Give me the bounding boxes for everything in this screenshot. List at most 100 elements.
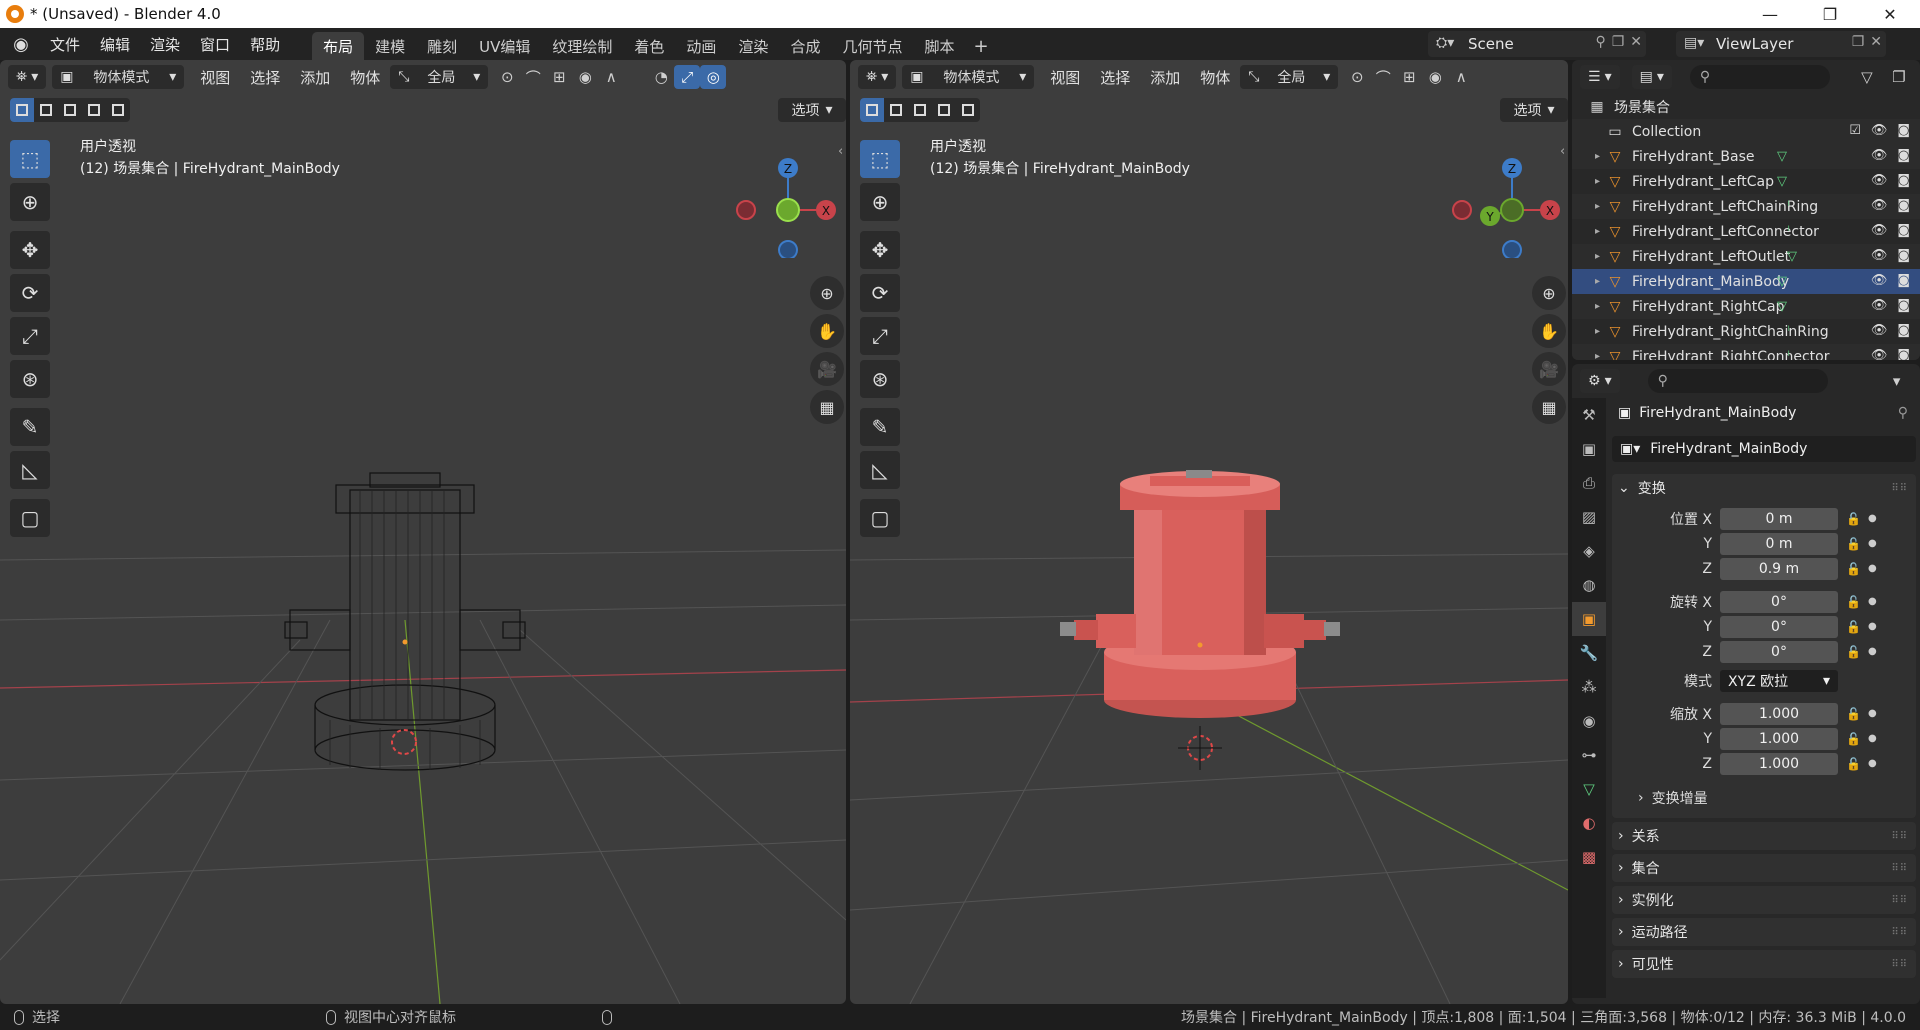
camera-render-icon[interactable]: ◙ [1897, 273, 1910, 288]
tab-compositing[interactable]: 合成 [779, 32, 831, 60]
location-y-field[interactable]: 0 m [1720, 532, 1838, 555]
menu-add[interactable]: 添加 [290, 65, 340, 89]
tab-shading[interactable]: 着色 [623, 32, 675, 60]
pan-hand-icon[interactable]: ✋ [810, 314, 844, 348]
keyframe-dot-icon[interactable]: ● [1868, 733, 1877, 744]
location-x-field[interactable]: 0 m [1720, 507, 1838, 530]
camera-render-icon[interactable]: ◙ [1897, 298, 1910, 313]
object-mode-dropdown[interactable]: ▣ 物体模式 ▾ [52, 65, 185, 89]
mesh-data-icon[interactable]: ╵ [1786, 327, 1791, 337]
mesh-data-tab-icon[interactable]: ▽ [1572, 772, 1606, 806]
visibility-icon[interactable]: ◔ [648, 65, 674, 89]
tab-uv-editing[interactable]: UV编辑 [468, 32, 541, 60]
menu-add[interactable]: 添加 [1140, 65, 1190, 89]
tab-modeling[interactable]: 建模 [364, 32, 416, 60]
tab-sculpting[interactable]: 雕刻 [416, 32, 468, 60]
outliner-item[interactable]: ▸ ▽ FireHydrant_Base ▽ 👁 ◙ [1572, 144, 1920, 169]
rotate-tool[interactable]: ⟳ [10, 274, 50, 312]
keyframe-dot-icon[interactable]: ● [1868, 596, 1877, 607]
view-layer-name[interactable]: ViewLayer [1716, 35, 1793, 53]
expand-arrow-icon[interactable]: ▸ [1572, 201, 1606, 212]
lock-icon[interactable]: 🔓 [1846, 620, 1861, 634]
falloff-icon[interactable]: ∧ [598, 65, 624, 89]
ortho-grid-icon[interactable]: ▦ [810, 390, 844, 424]
camera-render-icon[interactable]: ◙ [1897, 223, 1910, 238]
output-tab-icon[interactable]: ⎙ [1572, 466, 1606, 500]
select-invert-icon[interactable] [82, 98, 106, 122]
drag-grip-icon[interactable]: ⠿⠿ [1891, 831, 1908, 842]
new-layer-icon[interactable]: ❐ [1852, 34, 1865, 50]
rotation-z-field[interactable]: 0° [1720, 640, 1838, 663]
outliner-root[interactable]: ▦ 场景集合 [1572, 94, 1920, 119]
snap-target-icon[interactable]: ⊞ [546, 65, 572, 89]
minimize-button[interactable]: — [1740, 0, 1800, 28]
object-mode-dropdown[interactable]: ▣ 物体模式 ▾ [902, 65, 1035, 89]
transform-orientation-dropdown[interactable]: ⤡ 全局 ▾ [1240, 65, 1339, 89]
transform-tool[interactable]: ⊛ [860, 360, 900, 398]
tab-animation[interactable]: 动画 [675, 32, 727, 60]
delete-scene-icon[interactable]: ✕ [1630, 34, 1642, 50]
outliner-editor-type-button[interactable]: ☰ ▾ [1580, 65, 1620, 89]
options-dropdown[interactable]: 选项 ▾ [1500, 98, 1568, 122]
select-subtract-icon[interactable] [58, 98, 82, 122]
checkbox-icon[interactable]: ☑ [1849, 123, 1861, 138]
eye-icon[interactable]: 👁 [1871, 298, 1888, 313]
property-panel-header[interactable]: › 关系 ⠿⠿ [1612, 822, 1916, 850]
navigation-gizmo[interactable]: Z X [718, 138, 846, 258]
outliner-item[interactable]: ▸ ▽ FireHydrant_LeftChainRing ╵ 👁 ◙ [1572, 194, 1920, 219]
material-tab-icon[interactable]: ◐ [1572, 806, 1606, 840]
select-new-icon[interactable] [10, 98, 34, 122]
snap-icon[interactable]: ⌒ [520, 65, 546, 89]
keyframe-dot-icon[interactable]: ● [1868, 538, 1877, 549]
cursor-tool[interactable]: ⊕ [10, 183, 50, 221]
add-cube-tool[interactable]: ▢ [860, 499, 900, 537]
maximize-button[interactable]: ❐ [1800, 0, 1860, 28]
camera-render-icon[interactable]: ◙ [1897, 248, 1910, 263]
add-cube-tool[interactable]: ▢ [10, 499, 50, 537]
outliner-item[interactable]: ▸ ▽ FireHydrant_LeftConnector ╵ 👁 ◙ [1572, 219, 1920, 244]
move-tool[interactable]: ✥ [860, 231, 900, 269]
new-scene-icon[interactable]: ❐ [1612, 34, 1625, 50]
eye-icon[interactable]: 👁 [1871, 248, 1888, 263]
menu-edit[interactable]: 编辑 [90, 28, 140, 60]
new-collection-icon[interactable]: ❐ [1886, 65, 1912, 89]
filter-icon[interactable]: ▽ [1854, 65, 1880, 89]
ortho-grid-icon[interactable]: ▦ [1532, 390, 1566, 424]
proportional-edit-icon[interactable]: ◉ [572, 65, 598, 89]
keyframe-dot-icon[interactable]: ● [1868, 646, 1877, 657]
outliner-item[interactable]: ▸ ▽ FireHydrant_RightChainRing ╵ 👁 ◙ [1572, 319, 1920, 344]
menu-file[interactable]: 文件 [40, 28, 90, 60]
transform-panel-header[interactable]: ⌄ 变换 ⠿⠿ [1612, 474, 1916, 502]
modifier-tab-icon[interactable]: 🔧 [1572, 636, 1606, 670]
camera-render-icon[interactable]: ◙ [1897, 323, 1910, 338]
outliner-item[interactable]: ▸ ▽ FireHydrant_MainBody ▽ 👁 ◙ [1572, 269, 1920, 294]
properties-search-input[interactable]: ⚲ [1647, 369, 1828, 393]
mesh-data-icon[interactable]: ▽ [1777, 274, 1787, 289]
eye-icon[interactable]: 👁 [1871, 173, 1888, 188]
menu-window[interactable]: 窗口 [190, 28, 240, 60]
mesh-data-icon[interactable]: ╵ [1786, 352, 1791, 361]
outliner-collection[interactable]: ▭ Collection ☑ 👁 ◙ [1572, 119, 1920, 144]
expand-arrow-icon[interactable]: ▸ [1572, 326, 1606, 337]
object-tab-icon[interactable]: ▣ [1572, 602, 1606, 636]
property-panel-header[interactable]: › 可见性 ⠿⠿ [1612, 950, 1916, 978]
mesh-data-icon[interactable]: ▽ [1777, 174, 1787, 189]
camera-icon[interactable]: 🎥 [1532, 352, 1566, 386]
expand-arrow-icon[interactable]: ▸ [1572, 151, 1606, 162]
snap-target-icon[interactable]: ⊞ [1396, 65, 1422, 89]
select-extend-icon[interactable] [884, 98, 908, 122]
transform-tool[interactable]: ⊛ [10, 360, 50, 398]
lock-icon[interactable]: 🔓 [1846, 645, 1861, 659]
scale-y-field[interactable]: 1.000 [1720, 727, 1838, 750]
expand-arrow-icon[interactable]: ▸ [1572, 226, 1606, 237]
camera-render-icon[interactable]: ◙ [1897, 148, 1910, 163]
menu-object[interactable]: 物体 [1190, 65, 1240, 89]
view-layer-selector[interactable]: ▤▾ ViewLayer ❐ ✕ [1676, 31, 1886, 57]
mesh-data-icon[interactable]: ▽ [1787, 249, 1797, 264]
pivot-icon[interactable]: ⊙ [1344, 65, 1370, 89]
texture-tab-icon[interactable]: ▩ [1572, 840, 1606, 874]
view-layer-tab-icon[interactable]: ▨ [1572, 500, 1606, 534]
property-panel-header[interactable]: › 实例化 ⠿⠿ [1612, 886, 1916, 914]
mesh-data-icon[interactable]: ▽ [1777, 149, 1787, 164]
menu-render[interactable]: 渲染 [140, 28, 190, 60]
